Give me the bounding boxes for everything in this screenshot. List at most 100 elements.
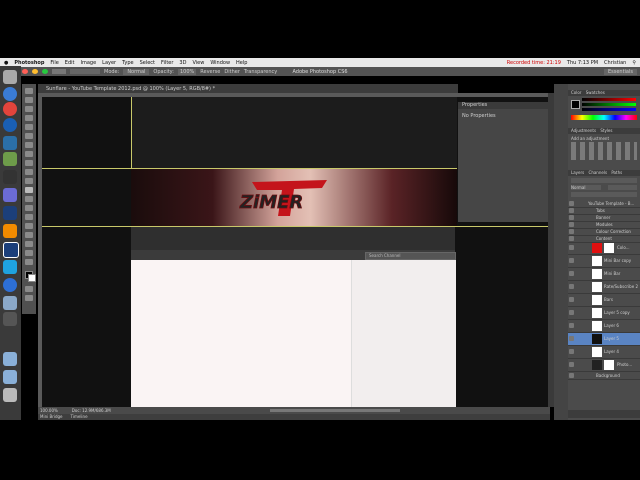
visibility-eye-icon[interactable]	[569, 284, 574, 289]
layer-row[interactable]: Colo...	[568, 242, 640, 255]
skype-icon[interactable]	[3, 260, 17, 274]
camera-icon[interactable]	[3, 312, 17, 326]
layer-row[interactable]: Layer 4	[568, 346, 640, 359]
blur-tool-icon[interactable]	[25, 196, 33, 202]
illustrator-icon[interactable]	[3, 224, 17, 238]
finder-icon[interactable]	[3, 70, 17, 84]
zoom-level[interactable]: 100.00%	[40, 408, 58, 413]
pen-tool-icon[interactable]	[25, 214, 33, 220]
document-tab[interactable]: Sunflare - YouTube Template 2012.psd @ 1…	[38, 84, 458, 93]
visibility-eye-icon[interactable]	[569, 373, 574, 378]
screen-mode-icon[interactable]	[25, 295, 33, 301]
visibility-eye-icon[interactable]	[569, 258, 574, 263]
move-tool-icon[interactable]	[25, 88, 33, 94]
layer-row[interactable]: Rate/Subscribe 2	[568, 281, 640, 294]
layer-row[interactable]: Mini Bar copy	[568, 255, 640, 268]
marquee-tool-icon[interactable]	[25, 97, 33, 103]
visibility-eye-icon[interactable]	[569, 271, 574, 276]
visibility-eye-icon[interactable]	[569, 362, 574, 367]
layer-row[interactable]: Mini Bar	[568, 268, 640, 281]
app-store-icon[interactable]	[3, 278, 17, 292]
color-spectrum[interactable]	[571, 115, 637, 120]
trash-icon[interactable]	[3, 388, 17, 402]
visibility-eye-icon[interactable]	[569, 310, 574, 315]
healing-tool-icon[interactable]	[25, 142, 33, 148]
layer-row[interactable]: Background	[568, 372, 640, 380]
horizontal-scrollbar[interactable]	[270, 409, 400, 412]
menu-view[interactable]: View	[192, 60, 204, 66]
steam-icon[interactable]	[3, 136, 17, 150]
stamp-tool-icon[interactable]	[25, 160, 33, 166]
lock-fill-row[interactable]	[571, 192, 637, 197]
color-tab[interactable]: Color	[571, 90, 581, 95]
spotlight-icon[interactable]: ⚲	[632, 60, 636, 66]
timeline-tab[interactable]: Timeline	[71, 414, 88, 420]
layer-row[interactable]: Photo...	[568, 359, 640, 372]
documents-folder-icon[interactable]	[3, 352, 17, 366]
menu-image[interactable]: Image	[80, 60, 96, 66]
shape-tool-icon[interactable]	[25, 241, 33, 247]
background-color-swatch[interactable]	[28, 274, 36, 282]
menu-help[interactable]: Help	[236, 60, 247, 66]
visibility-eye-icon[interactable]	[569, 236, 574, 241]
type-tool-icon[interactable]	[25, 223, 33, 229]
chrome-icon[interactable]	[3, 102, 17, 116]
eyedropper-tool-icon[interactable]	[25, 133, 33, 139]
layer-row[interactable]: Layer 6	[568, 320, 640, 333]
menu-layer[interactable]: Layer	[102, 60, 116, 66]
preview-icon[interactable]	[3, 296, 17, 310]
eraser-tool-icon[interactable]	[25, 178, 33, 184]
blue-slider[interactable]	[582, 108, 636, 111]
channels-tab[interactable]: Channels	[589, 170, 608, 175]
terminal-icon[interactable]	[3, 170, 17, 184]
guide-vertical-left[interactable]	[131, 97, 132, 168]
layer-filter[interactable]	[571, 178, 637, 183]
visibility-eye-icon[interactable]	[569, 208, 574, 213]
layer-row[interactable]: Layer 5 copy	[568, 307, 640, 320]
menu-edit[interactable]: Edit	[65, 60, 75, 66]
app-menu[interactable]: Photoshop	[14, 60, 44, 66]
after-effects-icon[interactable]	[3, 188, 17, 202]
visibility-eye-icon[interactable]	[569, 215, 574, 220]
layer-row-selected[interactable]: Layer 5	[568, 333, 640, 346]
visibility-eye-icon[interactable]	[569, 323, 574, 328]
photoshop-active-icon[interactable]	[3, 242, 19, 258]
menu-window[interactable]: Window	[210, 60, 230, 66]
red-slider[interactable]	[582, 98, 636, 101]
lasso-tool-icon[interactable]	[25, 106, 33, 112]
user-name[interactable]: Christian	[604, 60, 626, 66]
downloads-folder-icon[interactable]	[3, 370, 17, 384]
swatches-tab[interactable]: Swatches	[586, 90, 605, 95]
zoom-tool-icon[interactable]	[25, 259, 33, 265]
menu-type[interactable]: Type	[122, 60, 133, 66]
menu-file[interactable]: File	[50, 60, 58, 66]
green-slider[interactable]	[582, 103, 636, 106]
brush-tool-icon[interactable]	[25, 151, 33, 157]
app-icon[interactable]	[3, 152, 17, 166]
visibility-eye-icon[interactable]	[569, 297, 574, 302]
crop-tool-icon[interactable]	[25, 124, 33, 130]
guide-horizontal-bottom[interactable]	[42, 226, 548, 227]
path-select-tool-icon[interactable]	[25, 232, 33, 238]
safari-icon[interactable]	[3, 87, 17, 101]
visibility-eye-icon[interactable]	[569, 245, 574, 250]
quick-mask-icon[interactable]	[25, 286, 33, 292]
menu-3d[interactable]: 3D	[179, 60, 186, 66]
visibility-eye-icon[interactable]	[569, 222, 574, 227]
itunes-icon[interactable]	[3, 118, 17, 132]
search-channel-input[interactable]: Search Channel	[365, 252, 456, 260]
visibility-eye-icon[interactable]	[569, 229, 574, 234]
layers-tab[interactable]: Layers	[571, 170, 584, 175]
adjustment-icons[interactable]	[571, 142, 637, 160]
layers-footer-buttons[interactable]	[568, 410, 640, 418]
layer-opacity[interactable]	[608, 185, 637, 190]
adjustments-tab[interactable]: Adjustments	[571, 128, 596, 133]
visibility-eye-icon[interactable]	[569, 336, 574, 341]
apple-icon[interactable]: ●	[4, 60, 8, 66]
dodge-tool-icon[interactable]	[25, 205, 33, 211]
guide-horizontal-top[interactable]	[42, 168, 457, 169]
hand-tool-icon[interactable]	[25, 250, 33, 256]
fg-color-chip[interactable]	[571, 100, 580, 109]
menu-filter[interactable]: Filter	[161, 60, 173, 66]
styles-tab[interactable]: Styles	[600, 128, 612, 133]
